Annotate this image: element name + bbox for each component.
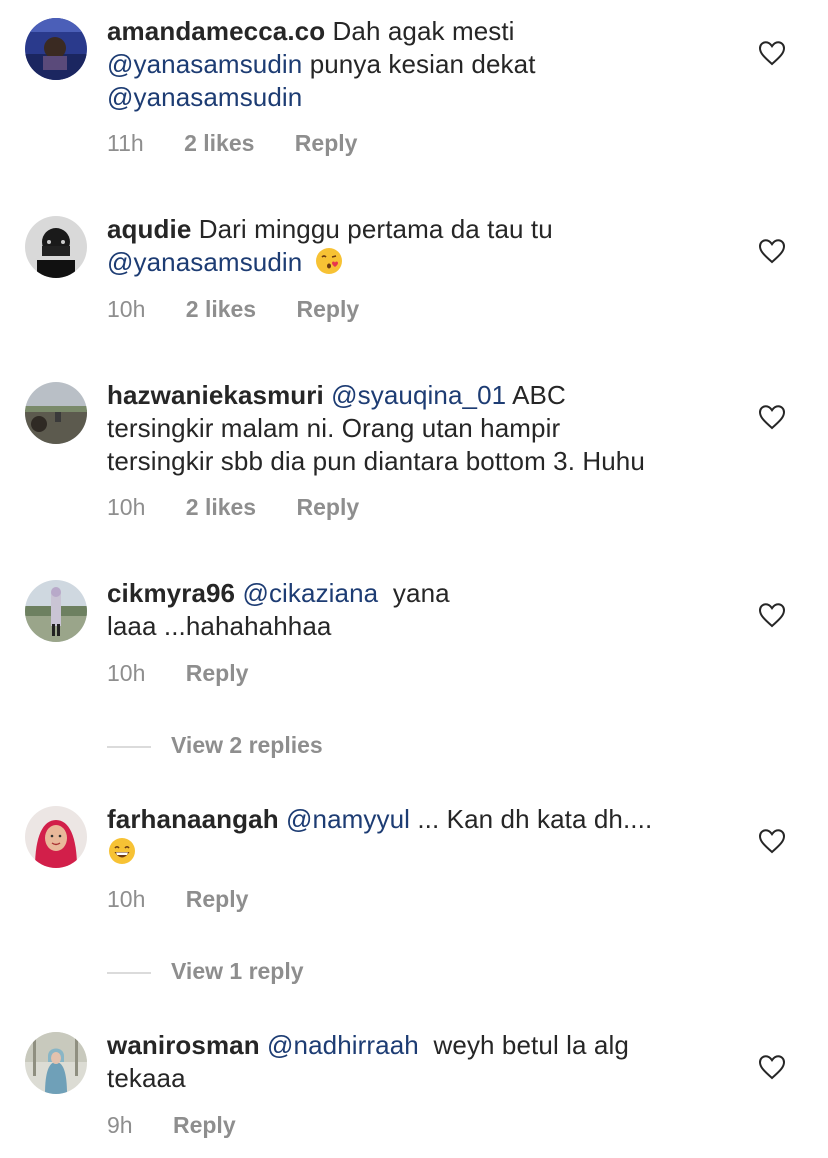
- comment-meta: 10h Reply: [107, 660, 248, 687]
- avatar[interactable]: [25, 18, 87, 80]
- comment-time: 10h: [107, 660, 146, 686]
- kissing-face-emoji: [314, 246, 344, 276]
- avatar[interactable]: [25, 382, 87, 444]
- mention-link[interactable]: @yanasamsudin: [107, 82, 302, 112]
- comment-body: Dah agak mesti: [332, 16, 515, 46]
- comment-body: tersingkir sbb dia pun diantara bottom 3…: [107, 446, 645, 476]
- comment-body: weyh betul la alg: [433, 1030, 629, 1060]
- reply-button[interactable]: Reply: [186, 886, 249, 913]
- view-replies-button[interactable]: View 2 replies: [107, 732, 323, 759]
- view-replies-label: View 2 replies: [171, 732, 323, 758]
- comment-text: hazwaniekasmuri @syauqina_01 ABC tersing…: [107, 379, 727, 478]
- heart-outline-icon[interactable]: [758, 40, 786, 66]
- comment-text: cikmyra96 @cikaziana yana laaa ...hahaha…: [107, 577, 727, 643]
- comment-body: yana: [392, 578, 450, 608]
- comment-body: ... Kan dh kata dh....: [417, 804, 653, 834]
- mention-link[interactable]: @yanasamsudin: [107, 49, 302, 79]
- comment-body: punya kesian dekat: [309, 49, 536, 79]
- avatar[interactable]: [25, 1032, 87, 1094]
- comment-username[interactable]: wanirosman: [107, 1030, 260, 1060]
- comment-body: ABC: [512, 380, 566, 410]
- comment-username[interactable]: hazwaniekasmuri: [107, 380, 324, 410]
- comment-time: 10h: [107, 296, 146, 322]
- likes-count[interactable]: 2 likes: [186, 494, 256, 521]
- comment-text: wanirosman @nadhirraah weyh betul la alg…: [107, 1029, 727, 1095]
- comment-username[interactable]: cikmyra96: [107, 578, 235, 608]
- mention-link[interactable]: @yanasamsudin: [107, 247, 302, 277]
- heart-outline-icon[interactable]: [758, 602, 786, 628]
- divider-line: [107, 745, 151, 748]
- mention-link[interactable]: @namyyul: [286, 804, 410, 834]
- comment-meta: 10h Reply: [107, 886, 248, 913]
- reply-button[interactable]: Reply: [186, 660, 249, 687]
- reply-button[interactable]: Reply: [297, 296, 360, 323]
- mention-link[interactable]: @syauqina_01: [331, 380, 506, 410]
- heart-outline-icon[interactable]: [758, 238, 786, 264]
- mention-link[interactable]: @cikaziana: [242, 578, 378, 608]
- likes-count[interactable]: 2 likes: [184, 130, 254, 157]
- comment-username[interactable]: amandamecca.co: [107, 16, 325, 46]
- comment-time: 9h: [107, 1112, 133, 1138]
- comment-username[interactable]: aqudie: [107, 214, 191, 244]
- comment-time: 11h: [107, 130, 144, 156]
- view-replies-label: View 1 reply: [171, 958, 304, 984]
- comment-text: amandamecca.co Dah agak mesti @yanasamsu…: [107, 15, 727, 114]
- heart-outline-icon[interactable]: [758, 404, 786, 430]
- heart-outline-icon[interactable]: [758, 828, 786, 854]
- view-replies-button[interactable]: View 1 reply: [107, 958, 304, 985]
- comment-body: Dari minggu pertama da tau tu: [198, 214, 553, 244]
- comment-username[interactable]: farhanaangah: [107, 804, 279, 834]
- comment-body: laaa ...hahahahhaa: [107, 611, 332, 641]
- comment-meta: 11h 2 likes Reply: [107, 130, 357, 157]
- reply-button[interactable]: Reply: [297, 494, 360, 521]
- comment-meta: 10h 2 likes Reply: [107, 494, 359, 521]
- avatar[interactable]: [25, 216, 87, 278]
- divider-line: [107, 971, 151, 974]
- comment-text: aqudie Dari minggu pertama da tau tu @ya…: [107, 213, 727, 279]
- comment-body: tekaaa: [107, 1063, 186, 1093]
- avatar[interactable]: [25, 806, 87, 868]
- heart-outline-icon[interactable]: [758, 1054, 786, 1080]
- mention-link[interactable]: @nadhirraah: [267, 1030, 419, 1060]
- comment-meta: 9h Reply: [107, 1112, 236, 1139]
- comment-time: 10h: [107, 886, 146, 912]
- reply-button[interactable]: Reply: [295, 130, 358, 157]
- comment-text: farhanaangah @namyyul ... Kan dh kata dh…: [107, 803, 727, 869]
- avatar[interactable]: [25, 580, 87, 642]
- comment-meta: 10h 2 likes Reply: [107, 296, 359, 323]
- comment-time: 10h: [107, 494, 146, 520]
- grinning-face-emoji: [107, 836, 137, 866]
- reply-button[interactable]: Reply: [173, 1112, 236, 1139]
- likes-count[interactable]: 2 likes: [186, 296, 256, 323]
- comment-body: tersingkir malam ni. Orang utan hampir: [107, 413, 561, 443]
